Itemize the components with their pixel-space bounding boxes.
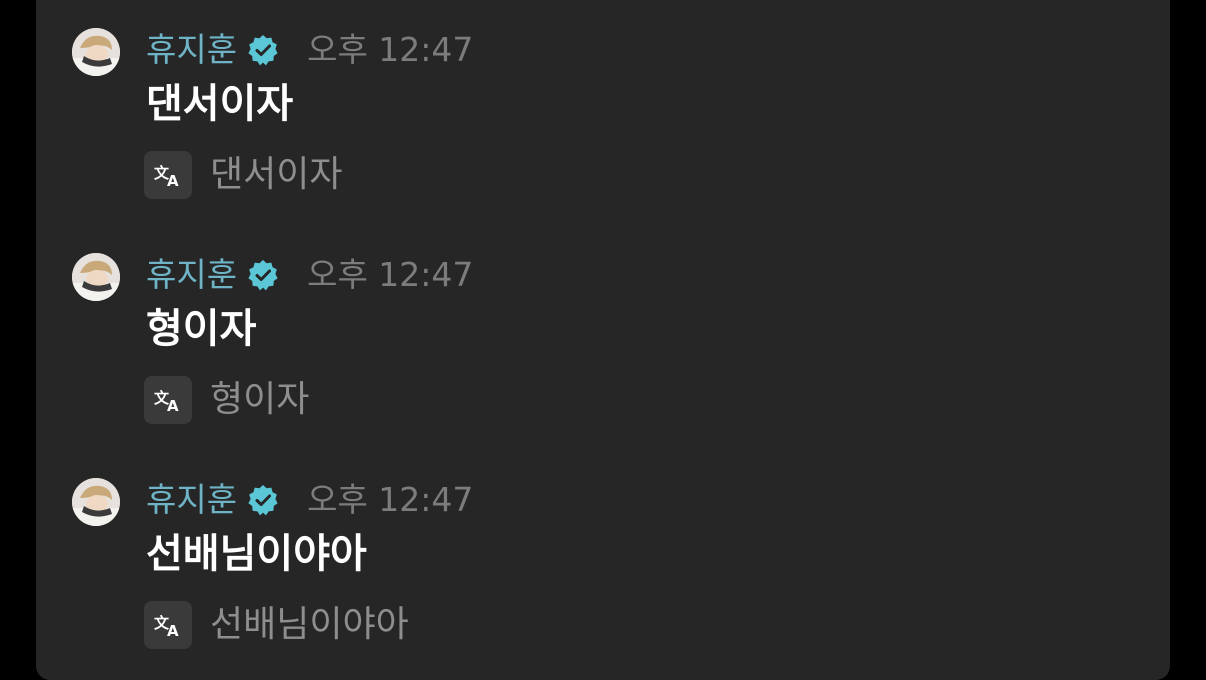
message-time: 오후 12:47 bbox=[307, 480, 474, 519]
message-header: 휴지훈 오후 12:47 bbox=[146, 251, 473, 299]
translation-row: 文 A 형이자 bbox=[144, 375, 309, 425]
chat-message: 휴지훈 오후 12:47 형이자 文 A 형이자 bbox=[36, 225, 1170, 425]
avatar[interactable] bbox=[72, 478, 120, 526]
translate-icon[interactable]: 文 A bbox=[144, 601, 192, 649]
author-name[interactable]: 휴지훈 bbox=[146, 26, 237, 74]
chat-message: 휴지훈 오후 12:47 댄서이자 文 A 댄서이자 bbox=[36, 0, 1170, 200]
avatar[interactable] bbox=[72, 28, 120, 76]
message-header: 휴지훈 오후 12:47 bbox=[146, 26, 473, 74]
translation-text: 형이자 bbox=[210, 379, 310, 420]
translation-text: 선배님이야아 bbox=[210, 604, 409, 645]
message-time: 오후 12:47 bbox=[307, 255, 474, 294]
translation-row: 文 A 댄서이자 bbox=[144, 150, 342, 200]
translation-text: 댄서이자 bbox=[210, 154, 343, 195]
message-text: 선배님이야아 bbox=[146, 531, 367, 577]
author-name[interactable]: 휴지훈 bbox=[146, 476, 237, 524]
chat-panel: 휴지훈 오후 12:47 댄서이자 文 A 댄서이자 휴지훈 오후 12:47 … bbox=[36, 0, 1170, 680]
message-text: 댄서이자 bbox=[146, 81, 294, 127]
svg-text:A: A bbox=[167, 172, 179, 189]
svg-text:A: A bbox=[167, 397, 179, 414]
svg-text:A: A bbox=[167, 622, 179, 639]
verified-badge-icon bbox=[247, 34, 279, 66]
translation-row: 文 A 선배님이야아 bbox=[144, 600, 409, 650]
author-name[interactable]: 휴지훈 bbox=[146, 251, 237, 299]
chat-message: 휴지훈 오후 12:47 선배님이야아 文 A 선배님이야아 bbox=[36, 450, 1170, 650]
message-time: 오후 12:47 bbox=[307, 30, 474, 69]
message-text: 형이자 bbox=[146, 306, 257, 352]
verified-badge-icon bbox=[247, 259, 279, 291]
translate-icon[interactable]: 文 A bbox=[144, 376, 192, 424]
message-header: 휴지훈 오후 12:47 bbox=[146, 476, 473, 524]
avatar[interactable] bbox=[72, 253, 120, 301]
translate-icon[interactable]: 文 A bbox=[144, 151, 192, 199]
verified-badge-icon bbox=[247, 484, 279, 516]
